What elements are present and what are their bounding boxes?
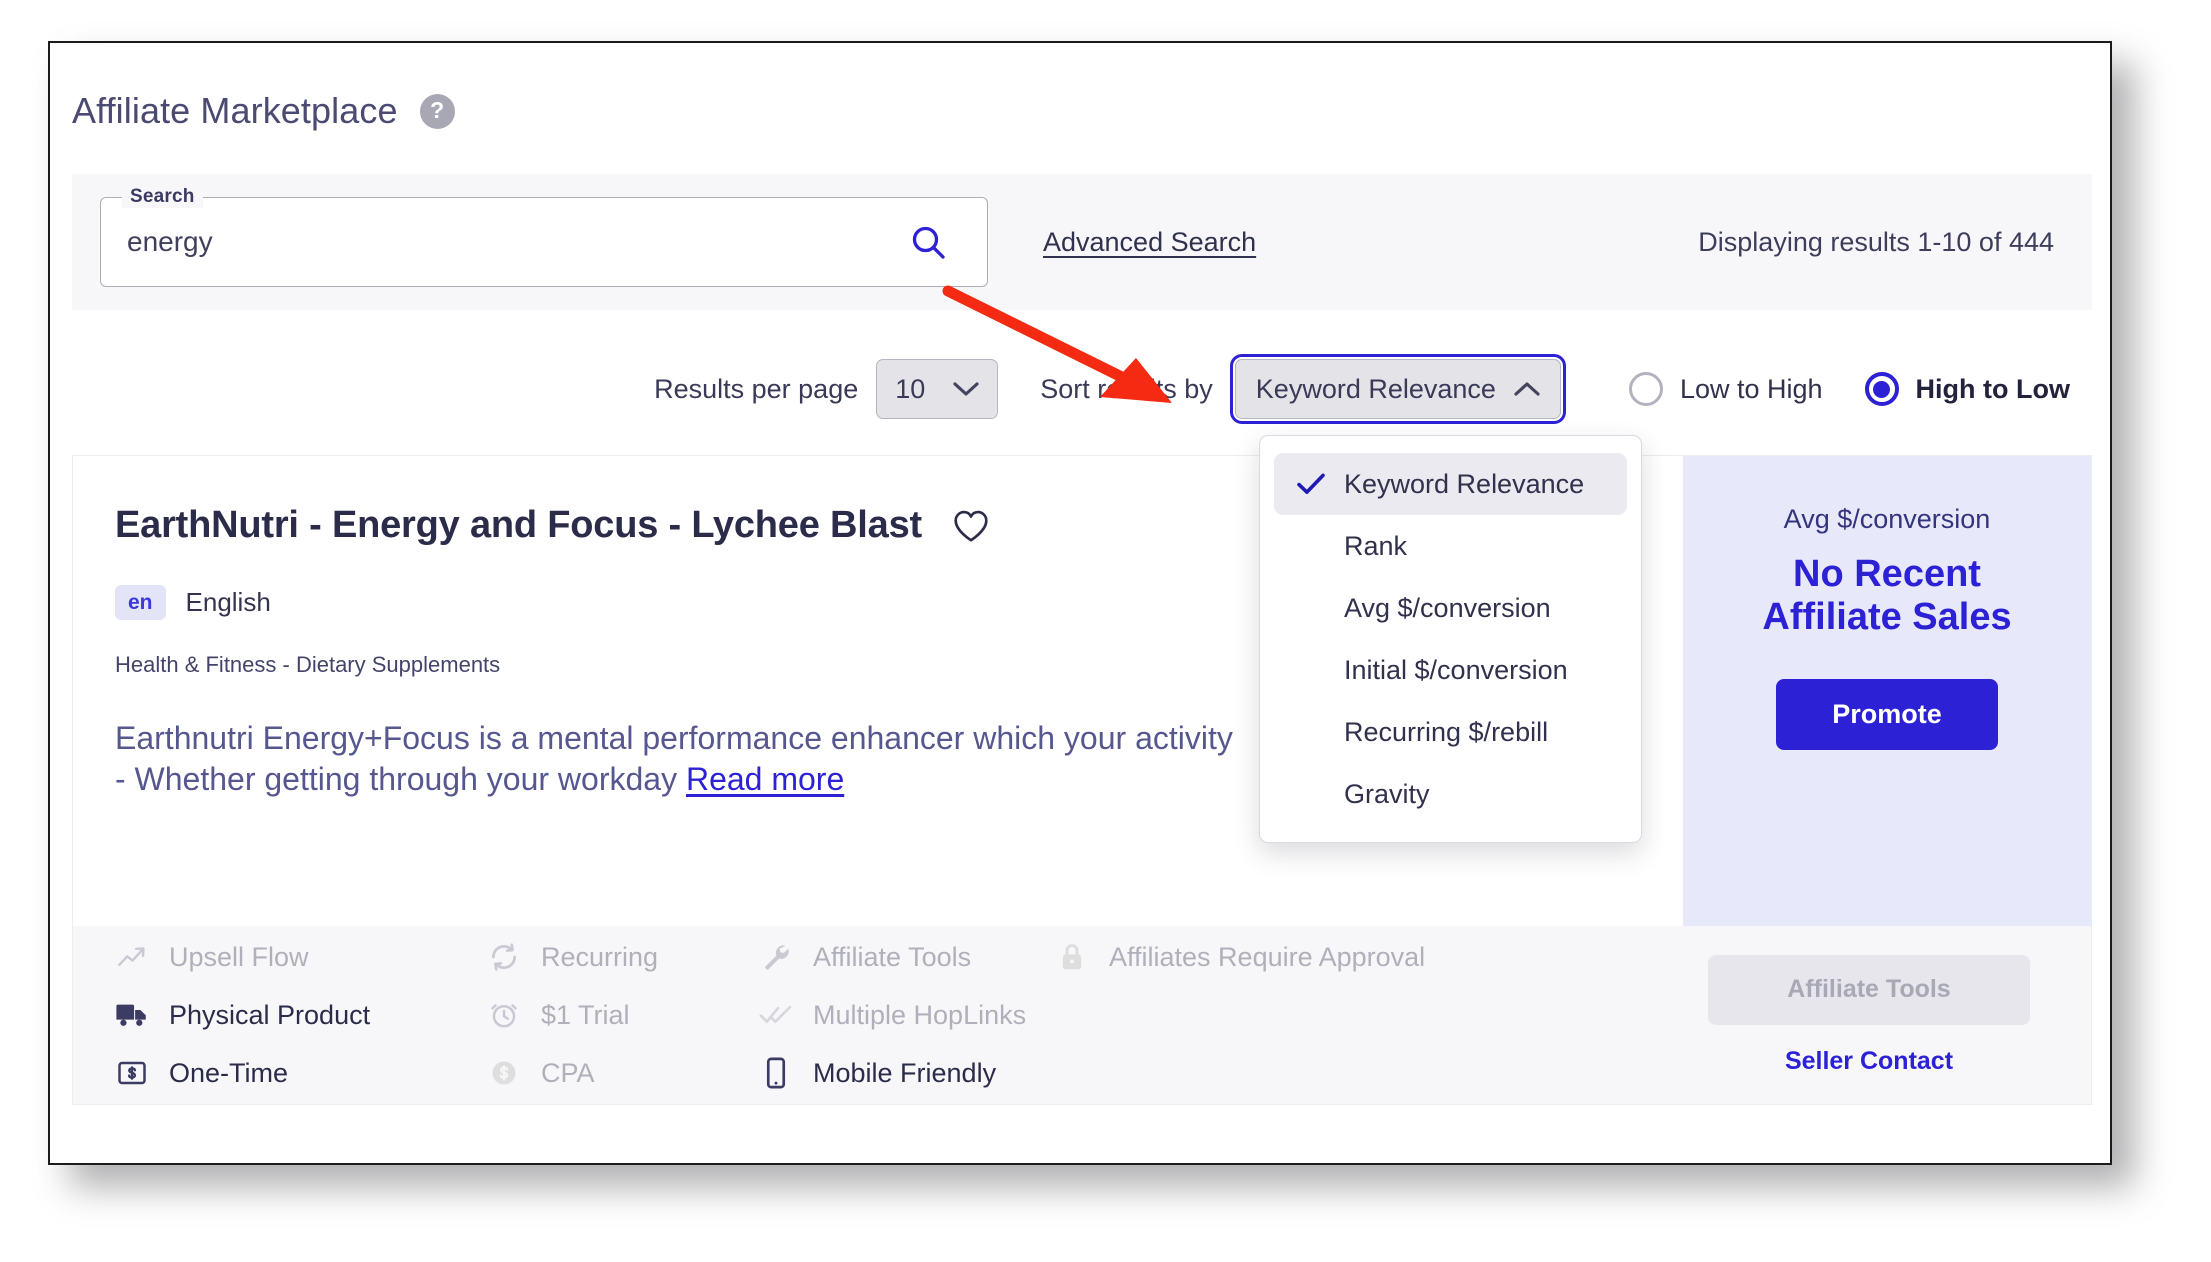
search-field-wrapper: Search	[100, 186, 988, 287]
results-per-page-select[interactable]: 10	[876, 359, 999, 419]
radio-high-to-low-label: High to Low	[1915, 373, 2070, 404]
sort-menu-item-label: Avg $/conversion	[1344, 592, 1551, 623]
language-name: English	[185, 587, 271, 617]
search-strip: Search Advanced Search Displaying result…	[72, 174, 2092, 310]
trend-up-icon	[115, 940, 149, 974]
sort-menu-item-avg-per-conversion[interactable]: Avg $/conversion	[1274, 577, 1627, 639]
promo-metric-label: Avg $/conversion	[1783, 504, 1991, 534]
radio-low-to-high[interactable]: Low to High	[1628, 372, 1823, 406]
attributes-column-4: Affiliates Require Approval	[1055, 940, 1515, 1090]
double-check-icon	[759, 998, 793, 1032]
refresh-icon	[487, 940, 521, 974]
attributes-columns: Upsell Flow Physical Product One-Time Re…	[115, 940, 1659, 1090]
language-code-badge: en	[115, 585, 166, 620]
magnifier-icon	[912, 226, 945, 259]
attributes-column-3: Affiliate Tools Multiple HopLinks Mobile…	[759, 940, 1055, 1090]
sort-menu-item-keyword-relevance[interactable]: Keyword Relevance	[1274, 453, 1627, 515]
sort-order-radio-group: Low to High High to Low	[1628, 372, 2070, 406]
lock-icon	[1055, 940, 1089, 974]
sort-results-by-label: Sort results by	[1040, 373, 1213, 404]
screenshot-root: Affiliate Marketplace ? Search Advanced …	[0, 0, 2211, 1262]
promote-button[interactable]: Promote	[1776, 678, 1998, 750]
results-count-text: Displaying results 1-10 of 444	[1698, 226, 2054, 257]
promo-panel: Avg $/conversion No Recent Affiliate Sal…	[1683, 456, 2091, 928]
result-description: Earthnutri Energy+Focus is a mental perf…	[115, 718, 1245, 800]
attributes-strip: Upsell Flow Physical Product One-Time Re…	[73, 926, 2091, 1104]
sort-results-by-value: Keyword Relevance	[1255, 373, 1496, 404]
mobile-phone-icon	[759, 1056, 793, 1090]
page-header: Affiliate Marketplace ?	[50, 43, 2110, 139]
chevron-up-icon	[1514, 382, 1540, 396]
sort-menu-item-label: Gravity	[1344, 778, 1430, 809]
attribute-dollar-trial: $1 Trial	[487, 998, 759, 1032]
result-card: EarthNutri - Energy and Focus - Lychee B…	[72, 455, 2092, 1105]
attribute-label: Multiple HopLinks	[813, 999, 1027, 1030]
sort-menu-item-label: Recurring $/rebill	[1344, 716, 1549, 747]
attributes-column-2: Recurring $1 Trial CPA	[487, 940, 759, 1090]
promo-metric-value: No Recent Affiliate Sales	[1762, 553, 2011, 639]
attribute-multiple-hoplinks: Multiple HopLinks	[759, 998, 1055, 1032]
truck-icon	[115, 998, 149, 1032]
sort-menu-item-label: Initial $/conversion	[1344, 654, 1568, 685]
check-icon	[1296, 472, 1326, 496]
attribute-label: Affiliate Tools	[813, 941, 972, 972]
search-field[interactable]	[100, 197, 988, 287]
sort-menu-item-rank[interactable]: Rank	[1274, 515, 1627, 577]
search-label: Search	[122, 186, 203, 208]
sort-menu-item-label: Keyword Relevance	[1344, 468, 1585, 499]
result-title[interactable]: EarthNutri - Energy and Focus - Lychee B…	[115, 504, 922, 547]
advanced-search-link[interactable]: Advanced Search	[1043, 227, 1256, 258]
attribute-label: One-Time	[169, 1057, 289, 1088]
dollar-circle-icon	[487, 1056, 521, 1090]
card-actions: Affiliate Tools Seller Contact	[1659, 954, 2079, 1076]
radio-circle-unselected-icon	[1628, 372, 1663, 406]
attribute-label: Upsell Flow	[169, 941, 309, 972]
heart-icon[interactable]	[952, 509, 990, 543]
attribute-label: Mobile Friendly	[813, 1057, 997, 1088]
promo-metric-value-line2: Affiliate Sales	[1762, 595, 2012, 638]
attribute-affiliate-tools: Affiliate Tools	[759, 940, 1055, 974]
attribute-physical-product: Physical Product	[115, 998, 487, 1032]
affiliate-tools-button[interactable]: Affiliate Tools	[1708, 954, 2030, 1025]
sort-menu-item-recurring-per-rebill[interactable]: Recurring $/rebill	[1274, 701, 1627, 763]
result-description-text: Earthnutri Energy+Focus is a mental perf…	[115, 720, 1233, 797]
page-title: Affiliate Marketplace	[72, 90, 398, 131]
attribute-one-time: One-Time	[115, 1056, 487, 1090]
sort-menu-item-label: Rank	[1344, 530, 1408, 561]
sort-menu-item-initial-per-conversion[interactable]: Initial $/conversion	[1274, 639, 1627, 701]
help-icon[interactable]: ?	[419, 93, 455, 129]
wrench-icon	[759, 940, 793, 974]
attribute-recurring: Recurring	[487, 940, 759, 974]
results-per-page-value: 10	[895, 373, 926, 404]
alarm-clock-icon	[487, 998, 521, 1032]
attribute-label: Physical Product	[169, 999, 371, 1030]
seller-contact-link[interactable]: Seller Contact	[1785, 1047, 1953, 1076]
attribute-mobile-friendly: Mobile Friendly	[759, 1056, 1055, 1090]
attribute-label: $1 Trial	[541, 999, 630, 1030]
results-per-page-label: Results per page	[654, 373, 859, 404]
result-card-main: EarthNutri - Energy and Focus - Lychee B…	[73, 456, 2091, 928]
sort-menu-item-gravity[interactable]: Gravity	[1274, 763, 1627, 825]
attribute-upsell-flow: Upsell Flow	[115, 940, 487, 974]
radio-low-to-high-label: Low to High	[1679, 373, 1823, 404]
chevron-down-icon	[953, 382, 979, 396]
attribute-label: CPA	[541, 1057, 595, 1088]
controls-row: Results per page 10 Sort results by Keyw…	[72, 343, 2092, 435]
search-submit-button[interactable]	[905, 219, 951, 265]
search-input[interactable]	[127, 226, 905, 258]
promo-metric-value-line1: No Recent	[1793, 553, 1981, 595]
read-more-link[interactable]: Read more	[686, 761, 844, 797]
affiliate-marketplace-panel: Affiliate Marketplace ? Search Advanced …	[48, 41, 2112, 1165]
attribute-cpa: CPA	[487, 1056, 759, 1090]
radio-high-to-low[interactable]: High to Low	[1864, 372, 2070, 406]
radio-circle-selected-icon	[1864, 372, 1899, 406]
attribute-label: Recurring	[541, 941, 659, 972]
attributes-column-1: Upsell Flow Physical Product One-Time	[115, 940, 487, 1090]
dollar-box-icon	[115, 1056, 149, 1090]
attribute-label: Affiliates Require Approval	[1109, 941, 1426, 972]
sort-results-by-select[interactable]: Keyword Relevance	[1229, 354, 1566, 424]
attribute-affiliates-require-approval: Affiliates Require Approval	[1055, 940, 1515, 974]
sort-dropdown-menu: Keyword Relevance Rank Avg $/conversion …	[1259, 435, 1642, 843]
